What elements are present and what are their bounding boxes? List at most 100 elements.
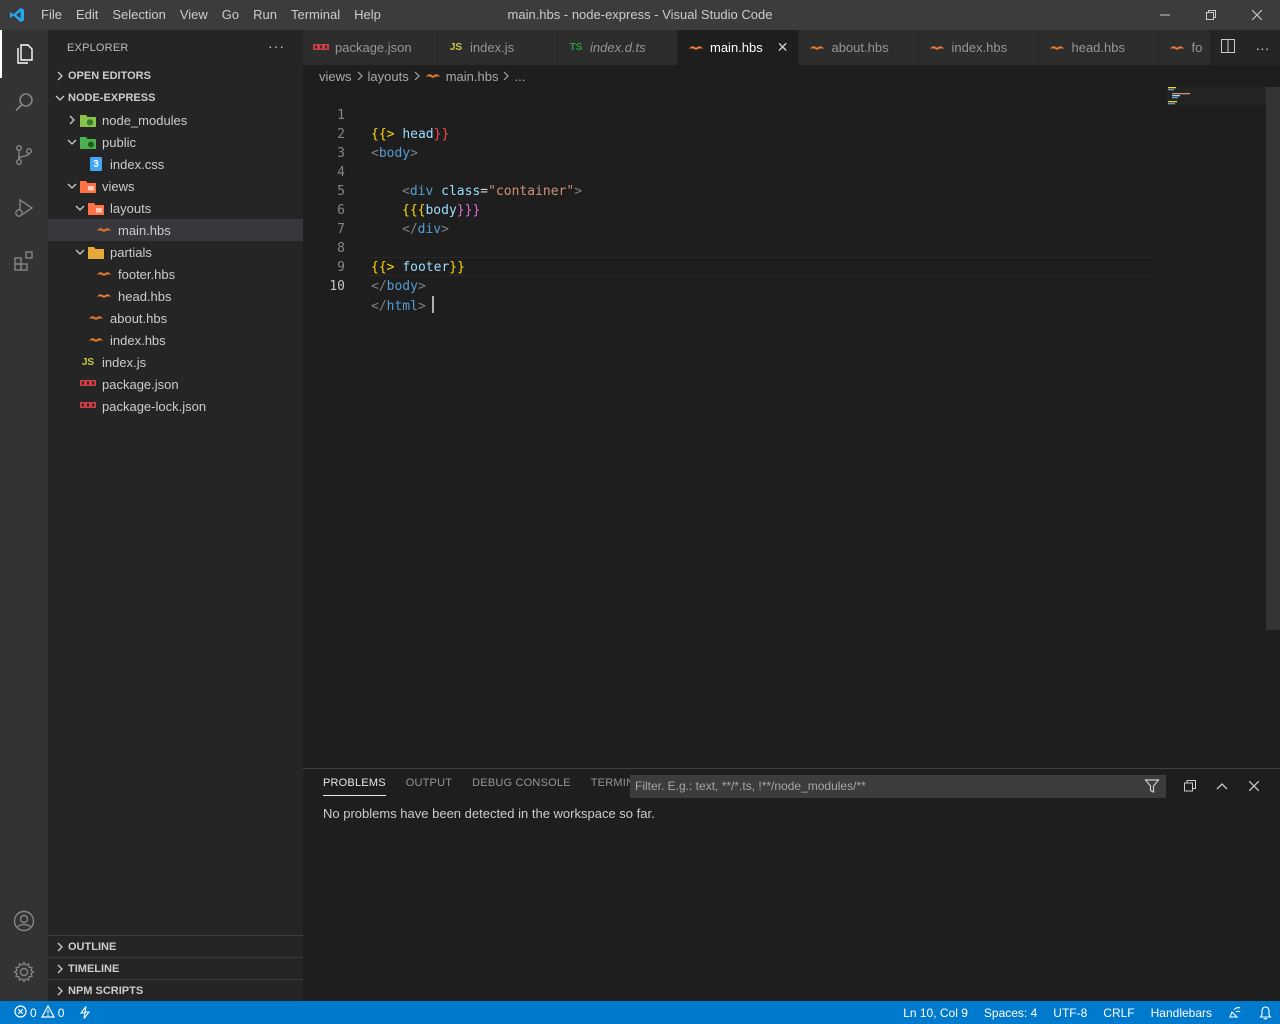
extensions-icon[interactable] — [0, 237, 48, 285]
accounts-icon[interactable] — [0, 897, 48, 945]
token: body — [425, 203, 457, 218]
tree-item-package-lock-json[interactable]: package-lock.json — [48, 395, 303, 417]
tree-item-partials[interactable]: partials — [48, 241, 303, 263]
outline-label: OUTLINE — [68, 940, 117, 953]
cursor-position[interactable]: Ln 10, Col 9 — [895, 1001, 976, 1024]
close-tab-icon[interactable]: ✕ — [777, 39, 789, 56]
tab-index-js[interactable]: JS index.js — [438, 30, 558, 65]
open-editors-label: OPEN EDITORS — [68, 70, 151, 82]
manage-gear-icon[interactable] — [0, 948, 48, 996]
line-content: {{> head}} — [371, 125, 449, 144]
timeline-section[interactable]: TIMELINE — [48, 957, 303, 979]
tree-item-index-hbs[interactable]: index.hbs — [48, 329, 303, 351]
problems-message: No problems have been detected in the wo… — [323, 806, 655, 821]
run-debug-icon[interactable] — [0, 184, 48, 232]
indentation[interactable]: Spaces: 4 — [976, 1001, 1045, 1024]
problems-filter-input[interactable]: Filter. E.g.: text, **/*.ts, !**/node_mo… — [630, 775, 1166, 798]
status-bar: 0 0 Ln 10, Col 9 Spaces: 4 UTF-8 CRLF Ha… — [0, 1001, 1280, 1024]
tree-item-layouts[interactable]: layouts — [48, 197, 303, 219]
scrollbar-thumb[interactable] — [1266, 87, 1280, 630]
warning-icon — [40, 1004, 55, 1021]
tab-problems[interactable]: PROBLEMS — [323, 777, 386, 796]
tree-item-package-json[interactable]: package.json — [48, 373, 303, 395]
tree-item-footer-hbs[interactable]: footer.hbs — [48, 263, 303, 285]
minimap[interactable] — [1167, 87, 1267, 105]
breadcrumb-item[interactable]: views — [319, 69, 352, 84]
tab-index-hbs[interactable]: index.hbs — [919, 30, 1040, 65]
tab-debug-console[interactable]: DEBUG CONSOLE — [472, 777, 571, 796]
chevron-down-icon — [52, 93, 68, 103]
minimize-button[interactable] — [1142, 0, 1188, 30]
handlebars-file-icon — [1169, 43, 1185, 53]
open-editors-section[interactable]: OPEN EDITORS — [48, 65, 303, 87]
more-actions-icon[interactable]: ··· — [268, 38, 285, 54]
layout-folder-icon — [88, 200, 104, 216]
tree-item-about-hbs[interactable]: about.hbs — [48, 307, 303, 329]
feedback-icon[interactable] — [1220, 1001, 1251, 1024]
token: > — [386, 127, 395, 142]
explorer-title: EXPLORER — [67, 41, 129, 54]
project-section[interactable]: NODE-EXPRESS — [48, 87, 303, 109]
menu-help[interactable]: Help — [347, 0, 388, 30]
tree-item-index-js[interactable]: JS index.js — [48, 351, 303, 373]
npm-file-icon — [313, 43, 329, 52]
token: {{{ — [402, 203, 426, 218]
status-right: Ln 10, Col 9 Spaces: 4 UTF-8 CRLF Handle… — [895, 1001, 1280, 1024]
token: > — [386, 260, 395, 275]
timeline-label: TIMELINE — [68, 962, 120, 975]
maximize-panel-icon[interactable] — [1174, 775, 1206, 797]
tree-item-index-css[interactable]: 3 index.css — [48, 153, 303, 175]
panel-controls — [1174, 775, 1270, 797]
restore-button[interactable] — [1188, 0, 1234, 30]
tab-about-hbs[interactable]: about.hbs — [799, 30, 920, 65]
menu-file[interactable]: File — [34, 0, 69, 30]
token: class — [441, 184, 481, 199]
code-line-10: 10 </html> — [303, 258, 434, 314]
outline-section[interactable]: OUTLINE — [48, 935, 303, 957]
tree-item-node-modules[interactable]: node_modules — [48, 109, 303, 131]
language-mode[interactable]: Handlebars — [1143, 1001, 1220, 1024]
token: > — [574, 184, 583, 199]
line-content: <body> — [371, 144, 418, 163]
end-of-line[interactable]: CRLF — [1095, 1001, 1142, 1024]
breadcrumb-item[interactable]: ... — [514, 69, 525, 84]
filter-icon[interactable] — [1144, 778, 1160, 802]
explorer-icon[interactable] — [0, 30, 48, 78]
chevron-right-icon — [64, 112, 80, 128]
menu-go[interactable]: Go — [215, 0, 246, 30]
token: {{ — [371, 127, 387, 142]
npm-scripts-section[interactable]: NPM SCRIPTS — [48, 979, 303, 1001]
notifications-bell-icon[interactable] — [1251, 1001, 1280, 1024]
source-control-icon[interactable] — [0, 131, 48, 179]
vscode-logo-icon — [0, 0, 34, 30]
vertical-scrollbar[interactable] — [1266, 87, 1280, 768]
tab-output[interactable]: OUTPUT — [406, 777, 452, 796]
tree-item-public[interactable]: public — [48, 131, 303, 153]
close-panel-icon[interactable] — [1238, 775, 1270, 797]
menu-view[interactable]: View — [173, 0, 215, 30]
tree-item-views[interactable]: views — [48, 175, 303, 197]
tree-item-main-hbs[interactable]: main.hbs — [48, 219, 303, 241]
tab-main-hbs[interactable]: main.hbs ✕ — [678, 30, 800, 65]
search-icon[interactable] — [0, 78, 48, 126]
close-window-button[interactable] — [1234, 0, 1280, 30]
tab-head-hbs[interactable]: head.hbs — [1039, 30, 1160, 65]
more-actions-icon[interactable]: ··· — [1256, 40, 1270, 56]
menu-edit[interactable]: Edit — [69, 0, 105, 30]
menu-selection[interactable]: Selection — [105, 0, 172, 30]
breadcrumb-item[interactable]: layouts — [368, 69, 409, 84]
menu-run[interactable]: Run — [246, 0, 284, 30]
explorer-header: EXPLORER ··· — [48, 30, 303, 65]
tree-item-head-hbs[interactable]: head.hbs — [48, 285, 303, 307]
encoding[interactable]: UTF-8 — [1045, 1001, 1095, 1024]
tab-index-d-ts[interactable]: TS index.d.ts — [558, 30, 678, 65]
split-editor-icon[interactable] — [1220, 39, 1235, 56]
tab-package-json[interactable]: package.json — [303, 30, 438, 65]
breadcrumb-item[interactable]: main.hbs — [446, 69, 499, 84]
lightning-icon[interactable] — [72, 1001, 98, 1024]
chevron-up-icon[interactable] — [1206, 775, 1238, 797]
problems-status[interactable]: 0 0 — [10, 1001, 72, 1024]
tab-label: fo — [1191, 40, 1203, 55]
menu-terminal[interactable]: Terminal — [284, 0, 347, 30]
code-editor[interactable]: 1 {{> head}} 2 <body> 3 4 <div class="co… — [303, 87, 1280, 768]
